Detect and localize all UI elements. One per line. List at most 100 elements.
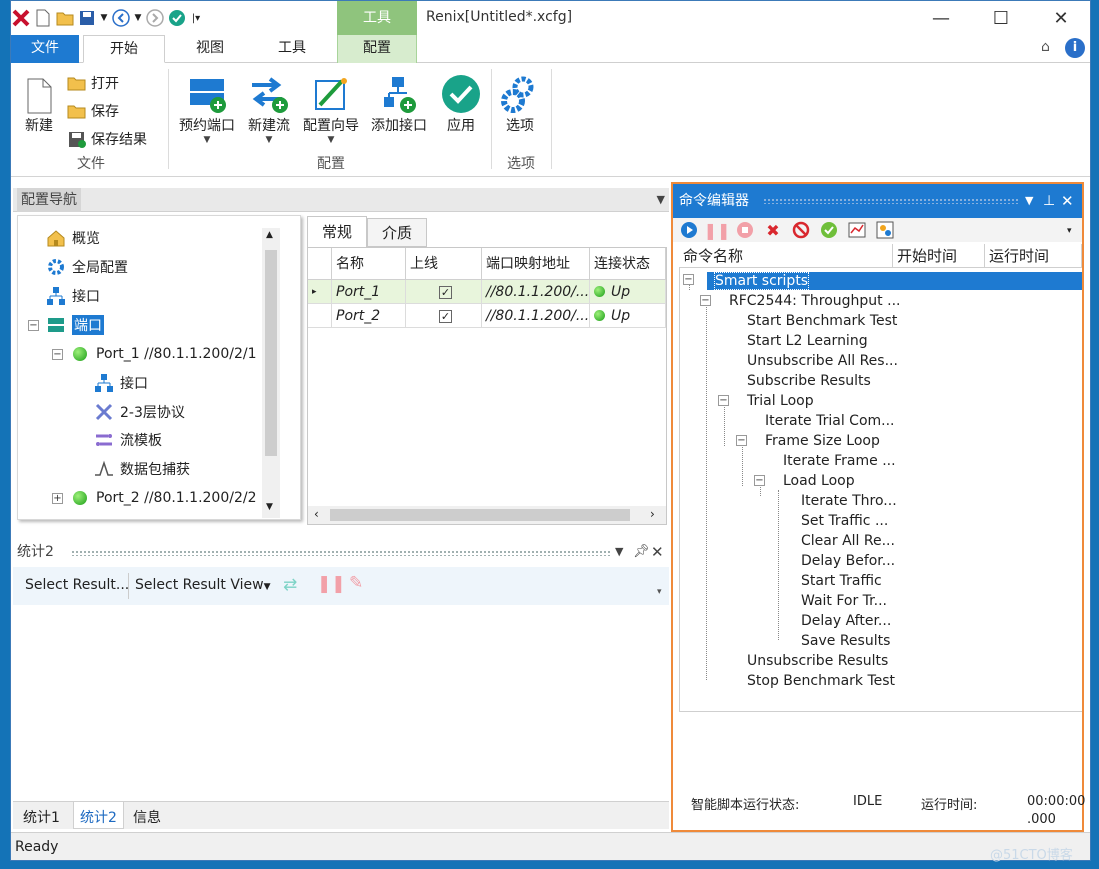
tab-file[interactable]: 文件 <box>11 35 79 63</box>
pause-icon[interactable]: ❚❚ <box>704 220 731 240</box>
col-header-status[interactable]: 连接状态 <box>590 248 666 280</box>
cell-online[interactable]: ✓ <box>406 280 482 304</box>
nav-item-global-config[interactable]: 全局配置 <box>46 257 128 277</box>
close-pane-icon[interactable]: ✕ <box>1061 184 1074 218</box>
reserve-port-button[interactable]: 预约端口 ▼ <box>175 73 239 145</box>
chart-icon[interactable] <box>847 220 867 240</box>
nav-item-ports[interactable]: 端口 <box>46 315 104 335</box>
col-header-run-time[interactable]: 运行时间 <box>985 244 1082 268</box>
scroll-thumb[interactable] <box>330 509 630 521</box>
overflow-icon[interactable]: ▾ <box>657 587 662 597</box>
pin-icon[interactable]: 📌︎ <box>633 540 650 564</box>
cell-status[interactable]: Up <box>590 280 666 304</box>
drag-grip[interactable] <box>763 198 1019 204</box>
dropdown-arrow-icon[interactable]: ▼ <box>133 8 143 28</box>
disable-icon[interactable] <box>791 220 811 240</box>
overflow-icon[interactable]: ▾ <box>1067 226 1072 236</box>
add-interface-button[interactable]: 添加接口 <box>367 73 431 135</box>
delete-icon[interactable]: ✖ <box>763 220 783 240</box>
tab-stats1[interactable]: 统计1 <box>23 807 60 827</box>
tab-stats2[interactable]: 统计2 <box>73 802 124 829</box>
scroll-right-icon[interactable]: › <box>650 507 655 521</box>
maximize-button[interactable]: ☐ <box>981 7 1021 31</box>
config-wizard-button[interactable]: 配置向导 ▼ <box>299 73 363 145</box>
nav-item-interface[interactable]: 接口 <box>46 286 100 306</box>
scroll-down-icon[interactable]: ▼ <box>266 502 273 512</box>
cell-status[interactable]: Up <box>590 304 666 328</box>
cell-online[interactable]: ✓ <box>406 304 482 328</box>
tab-config[interactable]: 配置 <box>337 35 417 63</box>
col-header-online[interactable]: 上线 <box>406 248 482 280</box>
stop-icon[interactable] <box>735 220 755 240</box>
options-button[interactable]: 选项 <box>497 73 543 135</box>
col-header-start-time[interactable]: 开始时间 <box>893 244 985 268</box>
run-icon[interactable] <box>679 220 699 240</box>
close-pane-icon[interactable]: ✕ <box>651 540 664 564</box>
new-stream-button[interactable]: 新建流 ▼ <box>243 73 295 145</box>
select-view-dropdown[interactable]: Select Result View▼ <box>135 577 271 593</box>
cell-name[interactable]: Port_1 <box>332 280 406 304</box>
collapse-toggle-icon[interactable]: − <box>683 274 694 285</box>
settings-panel-icon[interactable] <box>875 220 895 240</box>
table-row[interactable]: ▸ Port_1 ✓ //80.1.1.200/... Up <box>308 280 666 304</box>
nav-item-overview[interactable]: 概览 <box>46 228 100 248</box>
tree-node[interactable]: Delay Befor... <box>801 552 895 570</box>
nav-item-l2l3-protocol[interactable]: 2-3层协议 <box>94 402 185 422</box>
minimize-button[interactable]: — <box>921 7 961 31</box>
tree-node[interactable]: Start Traffic <box>801 572 882 590</box>
tree-node[interactable]: Start L2 Learning <box>747 332 868 350</box>
nav-item-port1[interactable]: Port_1 //80.1.1.200/2/1 <box>70 344 257 364</box>
collapse-toggle-icon[interactable]: − <box>754 475 765 486</box>
pane-menu-icon[interactable]: ▼ <box>657 188 665 212</box>
checkbox-icon[interactable]: ✓ <box>439 310 452 323</box>
tree-node[interactable]: Load Loop <box>783 472 855 490</box>
open-button[interactable]: 打开 <box>67 73 119 93</box>
collapse-toggle-icon[interactable]: − <box>28 320 39 331</box>
tree-node[interactable]: Set Traffic ... <box>801 512 888 530</box>
pane-menu-icon[interactable]: ▼ <box>615 540 623 564</box>
scroll-left-icon[interactable]: ‹ <box>314 507 319 521</box>
nav-item-packet-capture[interactable]: 数据包捕获 <box>94 459 190 479</box>
grid-hscrollbar[interactable]: ‹ › <box>308 506 666 524</box>
scroll-up-icon[interactable]: ▲ <box>266 230 273 240</box>
col-header-name[interactable]: 名称 <box>332 248 406 280</box>
back-icon[interactable] <box>111 8 131 28</box>
drag-grip[interactable] <box>71 550 611 556</box>
save-button[interactable]: 保存 <box>67 101 119 121</box>
tree-node[interactable]: Wait For Tr... <box>801 592 887 610</box>
cell-address[interactable]: //80.1.1.200/... <box>482 304 590 328</box>
tab-home[interactable]: 开始 <box>83 35 165 63</box>
tree-node[interactable]: Iterate Trial Com... <box>765 412 895 430</box>
tree-node[interactable]: Stop Benchmark Test <box>747 672 895 690</box>
tab-media[interactable]: 介质 <box>367 218 427 247</box>
nav-item-port1-interface[interactable]: 接口 <box>94 373 148 393</box>
collapse-ribbon-icon[interactable]: ⌂ <box>1041 39 1050 55</box>
tree-node[interactable]: Iterate Thro... <box>801 492 897 510</box>
help-icon[interactable]: i <box>1065 38 1085 58</box>
apply-check-icon[interactable] <box>167 8 187 28</box>
collapse-toggle-icon[interactable]: − <box>736 435 747 446</box>
expand-toggle-icon[interactable]: + <box>52 493 63 504</box>
tree-node[interactable]: Frame Size Loop <box>765 432 880 450</box>
tree-node[interactable]: Iterate Frame ... <box>783 452 896 470</box>
col-header-address[interactable]: 端口映射地址 <box>482 248 590 280</box>
forward-icon[interactable] <box>145 8 165 28</box>
nav-scrollbar[interactable]: ▲ ▼ <box>262 228 280 518</box>
collapse-toggle-icon[interactable]: − <box>700 295 711 306</box>
pin-icon[interactable]: ⊥ <box>1043 184 1055 218</box>
dropdown-arrow-icon[interactable]: ▼ <box>99 8 109 28</box>
table-row[interactable]: Port_2 ✓ //80.1.1.200/... Up <box>308 304 666 328</box>
tree-node[interactable]: Unsubscribe All Res... <box>747 352 898 370</box>
new-button[interactable]: 新建 <box>19 77 59 135</box>
tree-node[interactable]: Subscribe Results <box>747 372 871 390</box>
tab-info[interactable]: 信息 <box>133 807 161 827</box>
tree-node-smart-scripts[interactable]: Smart scripts <box>707 272 1082 290</box>
checkbox-icon[interactable]: ✓ <box>439 286 452 299</box>
tree-node[interactable]: Start Benchmark Test <box>747 312 897 330</box>
tree-node[interactable]: Delay After... <box>801 612 891 630</box>
scroll-thumb[interactable] <box>265 250 277 456</box>
pane-menu-icon[interactable]: ▼ <box>1025 184 1033 218</box>
save-icon[interactable] <box>77 8 97 28</box>
collapse-toggle-icon[interactable]: − <box>718 395 729 406</box>
collapse-toggle-icon[interactable]: − <box>52 349 63 360</box>
